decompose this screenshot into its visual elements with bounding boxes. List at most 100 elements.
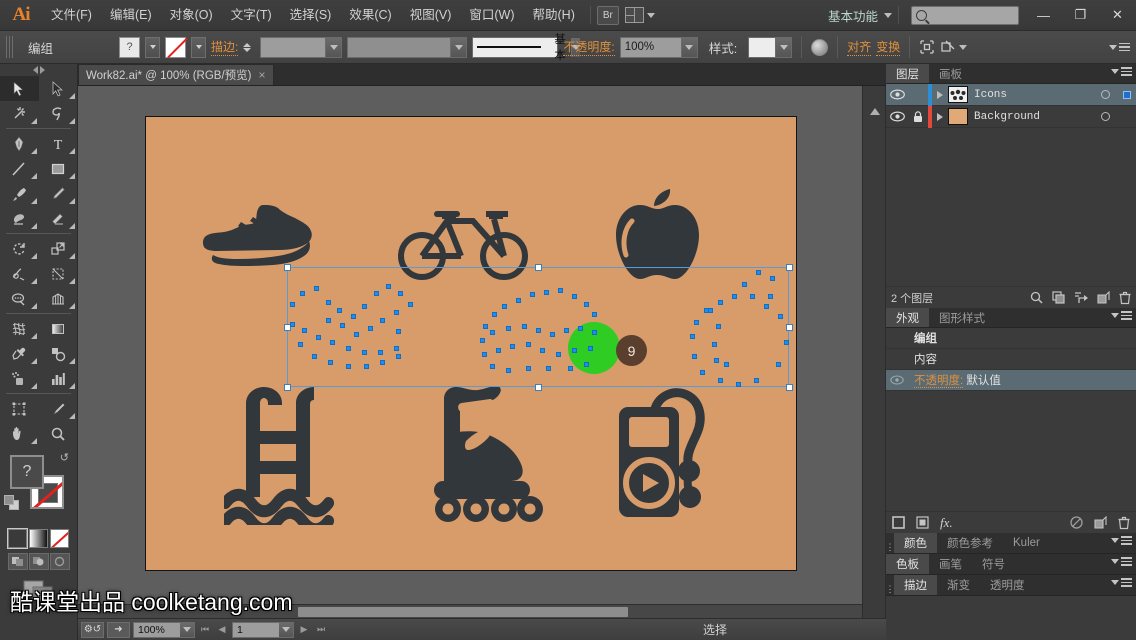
blend-tool[interactable] xyxy=(39,341,78,366)
search-input[interactable] xyxy=(911,5,1019,25)
zoom-level-combo[interactable]: 100% xyxy=(133,621,195,638)
swatches-panel-menu-button[interactable] xyxy=(1111,557,1132,566)
last-artboard-button[interactable]: ⏭ xyxy=(314,622,328,638)
none-button[interactable] xyxy=(50,529,69,548)
create-sublayer-icon[interactable] xyxy=(1074,291,1088,304)
previous-artboard-button[interactable]: ◀ xyxy=(215,622,229,638)
tab-artboards[interactable]: 画板 xyxy=(929,64,972,83)
stroke-weight-combo[interactable] xyxy=(260,36,343,58)
locate-object-icon[interactable] xyxy=(1030,291,1043,304)
workspace-switcher[interactable]: 基本功能 xyxy=(822,6,884,25)
tab-swatches[interactable]: 色板 xyxy=(886,554,929,574)
type-tool[interactable]: T xyxy=(39,131,78,156)
selection-indicator[interactable] xyxy=(1118,90,1136,99)
stroke-profile-combo[interactable] xyxy=(347,36,468,58)
selection-tool[interactable] xyxy=(0,76,39,101)
pen-tool[interactable] xyxy=(0,131,39,156)
magic-wand-tool[interactable] xyxy=(0,101,39,126)
column-graph-tool[interactable] xyxy=(39,366,78,391)
free-transform-tool[interactable] xyxy=(39,261,78,286)
shape-builder-tool[interactable] xyxy=(0,286,39,311)
isolate-group-icon[interactable] xyxy=(919,39,935,55)
color-panel-menu-button[interactable] xyxy=(1111,536,1132,545)
line-segment-tool[interactable] xyxy=(0,156,39,181)
appearance-row-contents[interactable]: 内容 xyxy=(886,349,1136,370)
draw-inside-icon[interactable] xyxy=(49,553,70,570)
toolbox-grip[interactable] xyxy=(0,64,77,76)
clear-appearance-icon[interactable] xyxy=(1070,515,1083,529)
rectangle-tool[interactable] xyxy=(39,156,78,181)
first-artboard-button[interactable]: ⏮ xyxy=(198,622,212,638)
selection-handle-tc[interactable] xyxy=(535,264,542,271)
swimming-pool-ladder-icon[interactable] xyxy=(224,385,344,525)
width-tool[interactable] xyxy=(0,261,39,286)
artboard-number-combo[interactable]: 1 xyxy=(232,621,294,638)
draw-behind-icon[interactable] xyxy=(28,553,49,570)
panel-rail[interactable] xyxy=(862,86,886,618)
zoom-tool[interactable] xyxy=(39,421,78,446)
document-tab[interactable]: Work82.ai* @ 100% (RGB/预览) × xyxy=(78,64,274,85)
opacity-combo[interactable]: 100% xyxy=(619,36,698,58)
brush-definition-combo[interactable]: 基本 xyxy=(472,34,580,62)
layer-row-background[interactable]: Background xyxy=(886,105,1136,128)
graphic-style-combo[interactable] xyxy=(748,36,793,58)
expand-layer-icon[interactable] xyxy=(932,112,948,121)
mask-button[interactable] xyxy=(940,39,968,55)
opacity-link[interactable]: 不透明度: xyxy=(914,375,964,388)
gradient-tool[interactable] xyxy=(39,316,78,341)
target-indicator-icon[interactable] xyxy=(1092,90,1118,99)
perspective-grid-tool[interactable] xyxy=(39,286,78,311)
selection-handle-tr[interactable] xyxy=(786,264,793,271)
selection-handle-br[interactable] xyxy=(786,384,793,391)
draw-normal-icon[interactable] xyxy=(7,553,28,570)
artboard-tool[interactable] xyxy=(0,396,39,421)
eraser-tool[interactable] xyxy=(39,206,78,231)
bridge-icon[interactable]: Br xyxy=(596,5,619,25)
share-icon[interactable]: ➜ xyxy=(107,621,130,638)
direct-selection-tool[interactable] xyxy=(39,76,78,101)
mesh-tool[interactable] xyxy=(0,316,39,341)
lock-icon[interactable] xyxy=(908,110,928,123)
tab-transparency[interactable]: 透明度 xyxy=(980,575,1035,595)
lasso-tool[interactable] xyxy=(39,101,78,126)
layer-name[interactable]: Icons xyxy=(974,89,1092,101)
tab-stroke[interactable]: 描边 xyxy=(894,575,937,595)
fill-color-swatch[interactable]: ? xyxy=(119,36,141,58)
visibility-toggle-icon[interactable] xyxy=(886,89,908,100)
layer-row-icons[interactable]: Icons xyxy=(886,83,1136,106)
menu-type[interactable]: 文字(T) xyxy=(222,0,281,31)
scale-tool[interactable] xyxy=(39,236,78,261)
layers-panel-menu-button[interactable] xyxy=(1111,67,1132,76)
gradient-button[interactable] xyxy=(29,529,48,548)
next-artboard-button[interactable]: ▶ xyxy=(297,622,311,638)
selection-handle-mr[interactable] xyxy=(786,324,793,331)
appearance-row-opacity[interactable]: 不透明度: 默认值 xyxy=(886,370,1136,391)
selection-handle-bc[interactable] xyxy=(535,384,542,391)
visibility-toggle-icon[interactable] xyxy=(886,111,908,122)
target-indicator-icon[interactable] xyxy=(1092,112,1118,121)
tab-symbols[interactable]: 符号 xyxy=(972,554,1015,574)
appearance-panel-menu-button[interactable] xyxy=(1111,311,1132,320)
tab-gradient[interactable]: 渐变 xyxy=(937,575,980,595)
recolor-artwork-icon[interactable] xyxy=(811,38,829,56)
layer-name[interactable]: Background xyxy=(974,111,1092,123)
horizontal-scroll-thumb[interactable] xyxy=(298,607,628,617)
roller-skate-icon[interactable] xyxy=(406,385,546,525)
tab-kuler[interactable]: Kuler xyxy=(1003,533,1050,553)
menu-effect[interactable]: 效果(C) xyxy=(340,0,400,31)
make-clipping-mask-icon[interactable] xyxy=(1052,291,1065,304)
duplicate-item-icon[interactable] xyxy=(1094,515,1107,529)
eyedropper-tool[interactable] xyxy=(0,341,39,366)
symbol-sprayer-tool[interactable] xyxy=(0,366,39,391)
menu-select[interactable]: 选择(S) xyxy=(281,0,341,31)
minimize-button[interactable]: — xyxy=(1025,0,1062,31)
maximize-button[interactable]: ❐ xyxy=(1062,0,1099,31)
tab-appearance[interactable]: 外观 xyxy=(886,308,929,327)
control-bar-menu-button[interactable] xyxy=(1109,42,1130,52)
menu-view[interactable]: 视图(V) xyxy=(401,0,461,31)
tab-color-guide[interactable]: 颜色参考 xyxy=(937,533,1003,553)
selection-bounding-box[interactable] xyxy=(284,264,793,391)
menu-file[interactable]: 文件(F) xyxy=(42,0,101,31)
close-button[interactable]: ✕ xyxy=(1099,0,1136,31)
stroke-dropdown-button[interactable] xyxy=(191,36,207,58)
